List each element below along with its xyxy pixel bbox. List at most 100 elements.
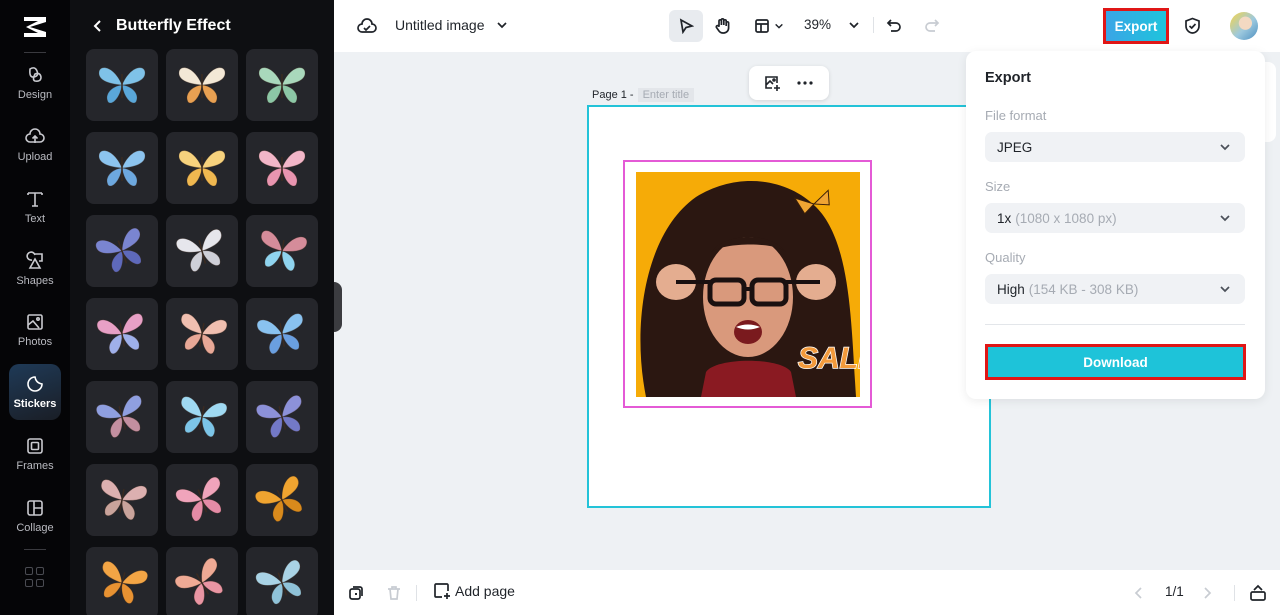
sticker-tile-dusty-rose[interactable] bbox=[86, 464, 158, 536]
nav-photos[interactable]: Photos bbox=[9, 302, 61, 358]
nav-label: Frames bbox=[16, 460, 54, 472]
butterfly-icon bbox=[260, 230, 308, 272]
file-format-select[interactable]: JPEG bbox=[985, 132, 1245, 162]
chevron-down-icon bbox=[1220, 215, 1230, 222]
previous-page-button[interactable] bbox=[1131, 585, 1145, 601]
sticker-tile-pale-blue[interactable] bbox=[246, 547, 318, 615]
sticker-tile-purple-blue[interactable] bbox=[86, 381, 158, 453]
chevron-left-icon[interactable] bbox=[90, 18, 106, 34]
chevron-down-icon bbox=[1220, 144, 1230, 151]
page-title-input[interactable]: Enter title bbox=[637, 88, 695, 102]
nav-label: Collage bbox=[16, 522, 54, 534]
export-button[interactable]: Export bbox=[1103, 8, 1169, 44]
cloud-check-icon bbox=[357, 18, 377, 33]
sticker-tile-light-cyan[interactable] bbox=[166, 381, 238, 453]
more-options-button[interactable] bbox=[795, 74, 815, 92]
sticker-tile-mint-green[interactable] bbox=[246, 49, 318, 121]
sticker-tile-salmon-pink[interactable] bbox=[166, 547, 238, 615]
butterfly-icon bbox=[255, 475, 303, 522]
floating-toolbar bbox=[749, 66, 829, 100]
page-number-label: Page 1 - bbox=[592, 89, 634, 101]
nav-collage[interactable]: Collage bbox=[9, 488, 61, 544]
hand-tool[interactable] bbox=[711, 14, 735, 38]
sticker-tile-blue-black-edge[interactable] bbox=[246, 298, 318, 370]
zoom-dropdown[interactable] bbox=[847, 18, 861, 32]
nav-text[interactable]: Text bbox=[9, 179, 61, 235]
sticker-tile-pink-cyan[interactable] bbox=[246, 215, 318, 287]
sticker-tile-cream-spotted[interactable] bbox=[166, 49, 238, 121]
title-dropdown[interactable] bbox=[495, 18, 509, 32]
redo-button[interactable] bbox=[922, 16, 942, 36]
select-tool[interactable] bbox=[669, 10, 703, 42]
rail-divider bbox=[24, 52, 46, 53]
sticker-tile-blue-morpho[interactable] bbox=[86, 49, 158, 121]
zoom-level[interactable]: 39% bbox=[804, 17, 831, 32]
nav-shapes[interactable]: Shapes bbox=[9, 241, 61, 297]
butterfly-icon bbox=[96, 313, 144, 355]
security-button[interactable] bbox=[1182, 16, 1202, 36]
cloud-save-status[interactable] bbox=[356, 16, 378, 36]
butterfly-icon bbox=[95, 227, 142, 273]
size-select[interactable]: 1x (1080 x 1080 px) bbox=[985, 203, 1245, 233]
document-title[interactable]: Untitled image bbox=[395, 17, 485, 33]
shapes-icon bbox=[26, 251, 43, 269]
sticker-tile-sky-blue[interactable] bbox=[86, 132, 158, 204]
add-image-button[interactable] bbox=[763, 74, 781, 92]
sticker-tile-peach[interactable] bbox=[166, 298, 238, 370]
nav-stickers[interactable]: Stickers bbox=[9, 364, 61, 420]
butterfly-icon bbox=[98, 150, 146, 187]
eject-icon bbox=[1250, 584, 1266, 601]
panel-collapse-handle[interactable] bbox=[334, 282, 342, 332]
download-button[interactable]: Download bbox=[985, 344, 1246, 380]
chevron-right-icon bbox=[1204, 587, 1212, 599]
add-page-button[interactable]: Add page bbox=[433, 582, 515, 600]
sticker-tile-bubblegum[interactable] bbox=[166, 464, 238, 536]
delete-page-button[interactable] bbox=[385, 584, 403, 602]
apps-grid-icon[interactable] bbox=[25, 567, 45, 587]
sticker-grid bbox=[86, 49, 318, 615]
butterfly-icon bbox=[178, 150, 226, 187]
pages-panel-toggle[interactable] bbox=[1248, 583, 1268, 603]
user-avatar[interactable] bbox=[1230, 12, 1258, 40]
bottom-divider bbox=[416, 585, 417, 601]
layout-menu-button[interactable] bbox=[751, 14, 787, 38]
next-page-button[interactable] bbox=[1201, 585, 1215, 601]
woman-with-glasses-image: SALE bbox=[636, 172, 860, 397]
size-label: Size bbox=[985, 179, 1011, 194]
sticker-tile-periwinkle[interactable] bbox=[246, 381, 318, 453]
butterfly-icon bbox=[98, 67, 146, 104]
sticker-tile-pink[interactable] bbox=[246, 132, 318, 204]
nav-label: Text bbox=[24, 213, 46, 225]
chevron-down-icon bbox=[775, 23, 783, 29]
nav-frames[interactable]: Frames bbox=[9, 426, 61, 482]
butterfly-icon bbox=[256, 394, 302, 438]
undo-button[interactable] bbox=[884, 16, 904, 36]
sticker-tile-pink-lilac[interactable] bbox=[86, 298, 158, 370]
sticker-tile-orange[interactable] bbox=[86, 547, 158, 615]
nav-upload[interactable]: Upload bbox=[9, 117, 61, 173]
nav-label: Stickers bbox=[13, 398, 57, 410]
file-format-label: File format bbox=[985, 108, 1047, 123]
sticker-tile-violet-blue[interactable] bbox=[86, 215, 158, 287]
butterfly-icon bbox=[256, 313, 304, 355]
nav-label: Photos bbox=[17, 336, 53, 348]
butterfly-icon bbox=[174, 558, 224, 606]
sticker-tile-white[interactable] bbox=[166, 215, 238, 287]
quality-select[interactable]: High (154 KB - 308 KB) bbox=[985, 274, 1245, 304]
sticker-tile-yellow[interactable] bbox=[166, 132, 238, 204]
nav-design[interactable]: Design bbox=[9, 55, 61, 111]
collage-icon bbox=[27, 500, 43, 516]
duplicate-page-button[interactable] bbox=[347, 584, 365, 602]
upload-cloud-icon bbox=[25, 128, 45, 143]
size-value: 1x bbox=[997, 210, 1012, 226]
canvas-photo[interactable]: SALE bbox=[636, 172, 860, 397]
bottom-bar: Add page 1/1 bbox=[334, 570, 1280, 615]
export-panel: Export File format JPEG Size 1x (1080 x … bbox=[966, 51, 1265, 399]
frame-icon bbox=[27, 438, 43, 454]
undo-icon bbox=[886, 19, 901, 32]
layout-icon bbox=[755, 19, 769, 33]
butterfly-icon bbox=[180, 313, 228, 355]
capcut-logo[interactable] bbox=[20, 14, 50, 40]
sticker-tile-monarch[interactable] bbox=[246, 464, 318, 536]
nav-label: Upload bbox=[17, 151, 53, 163]
